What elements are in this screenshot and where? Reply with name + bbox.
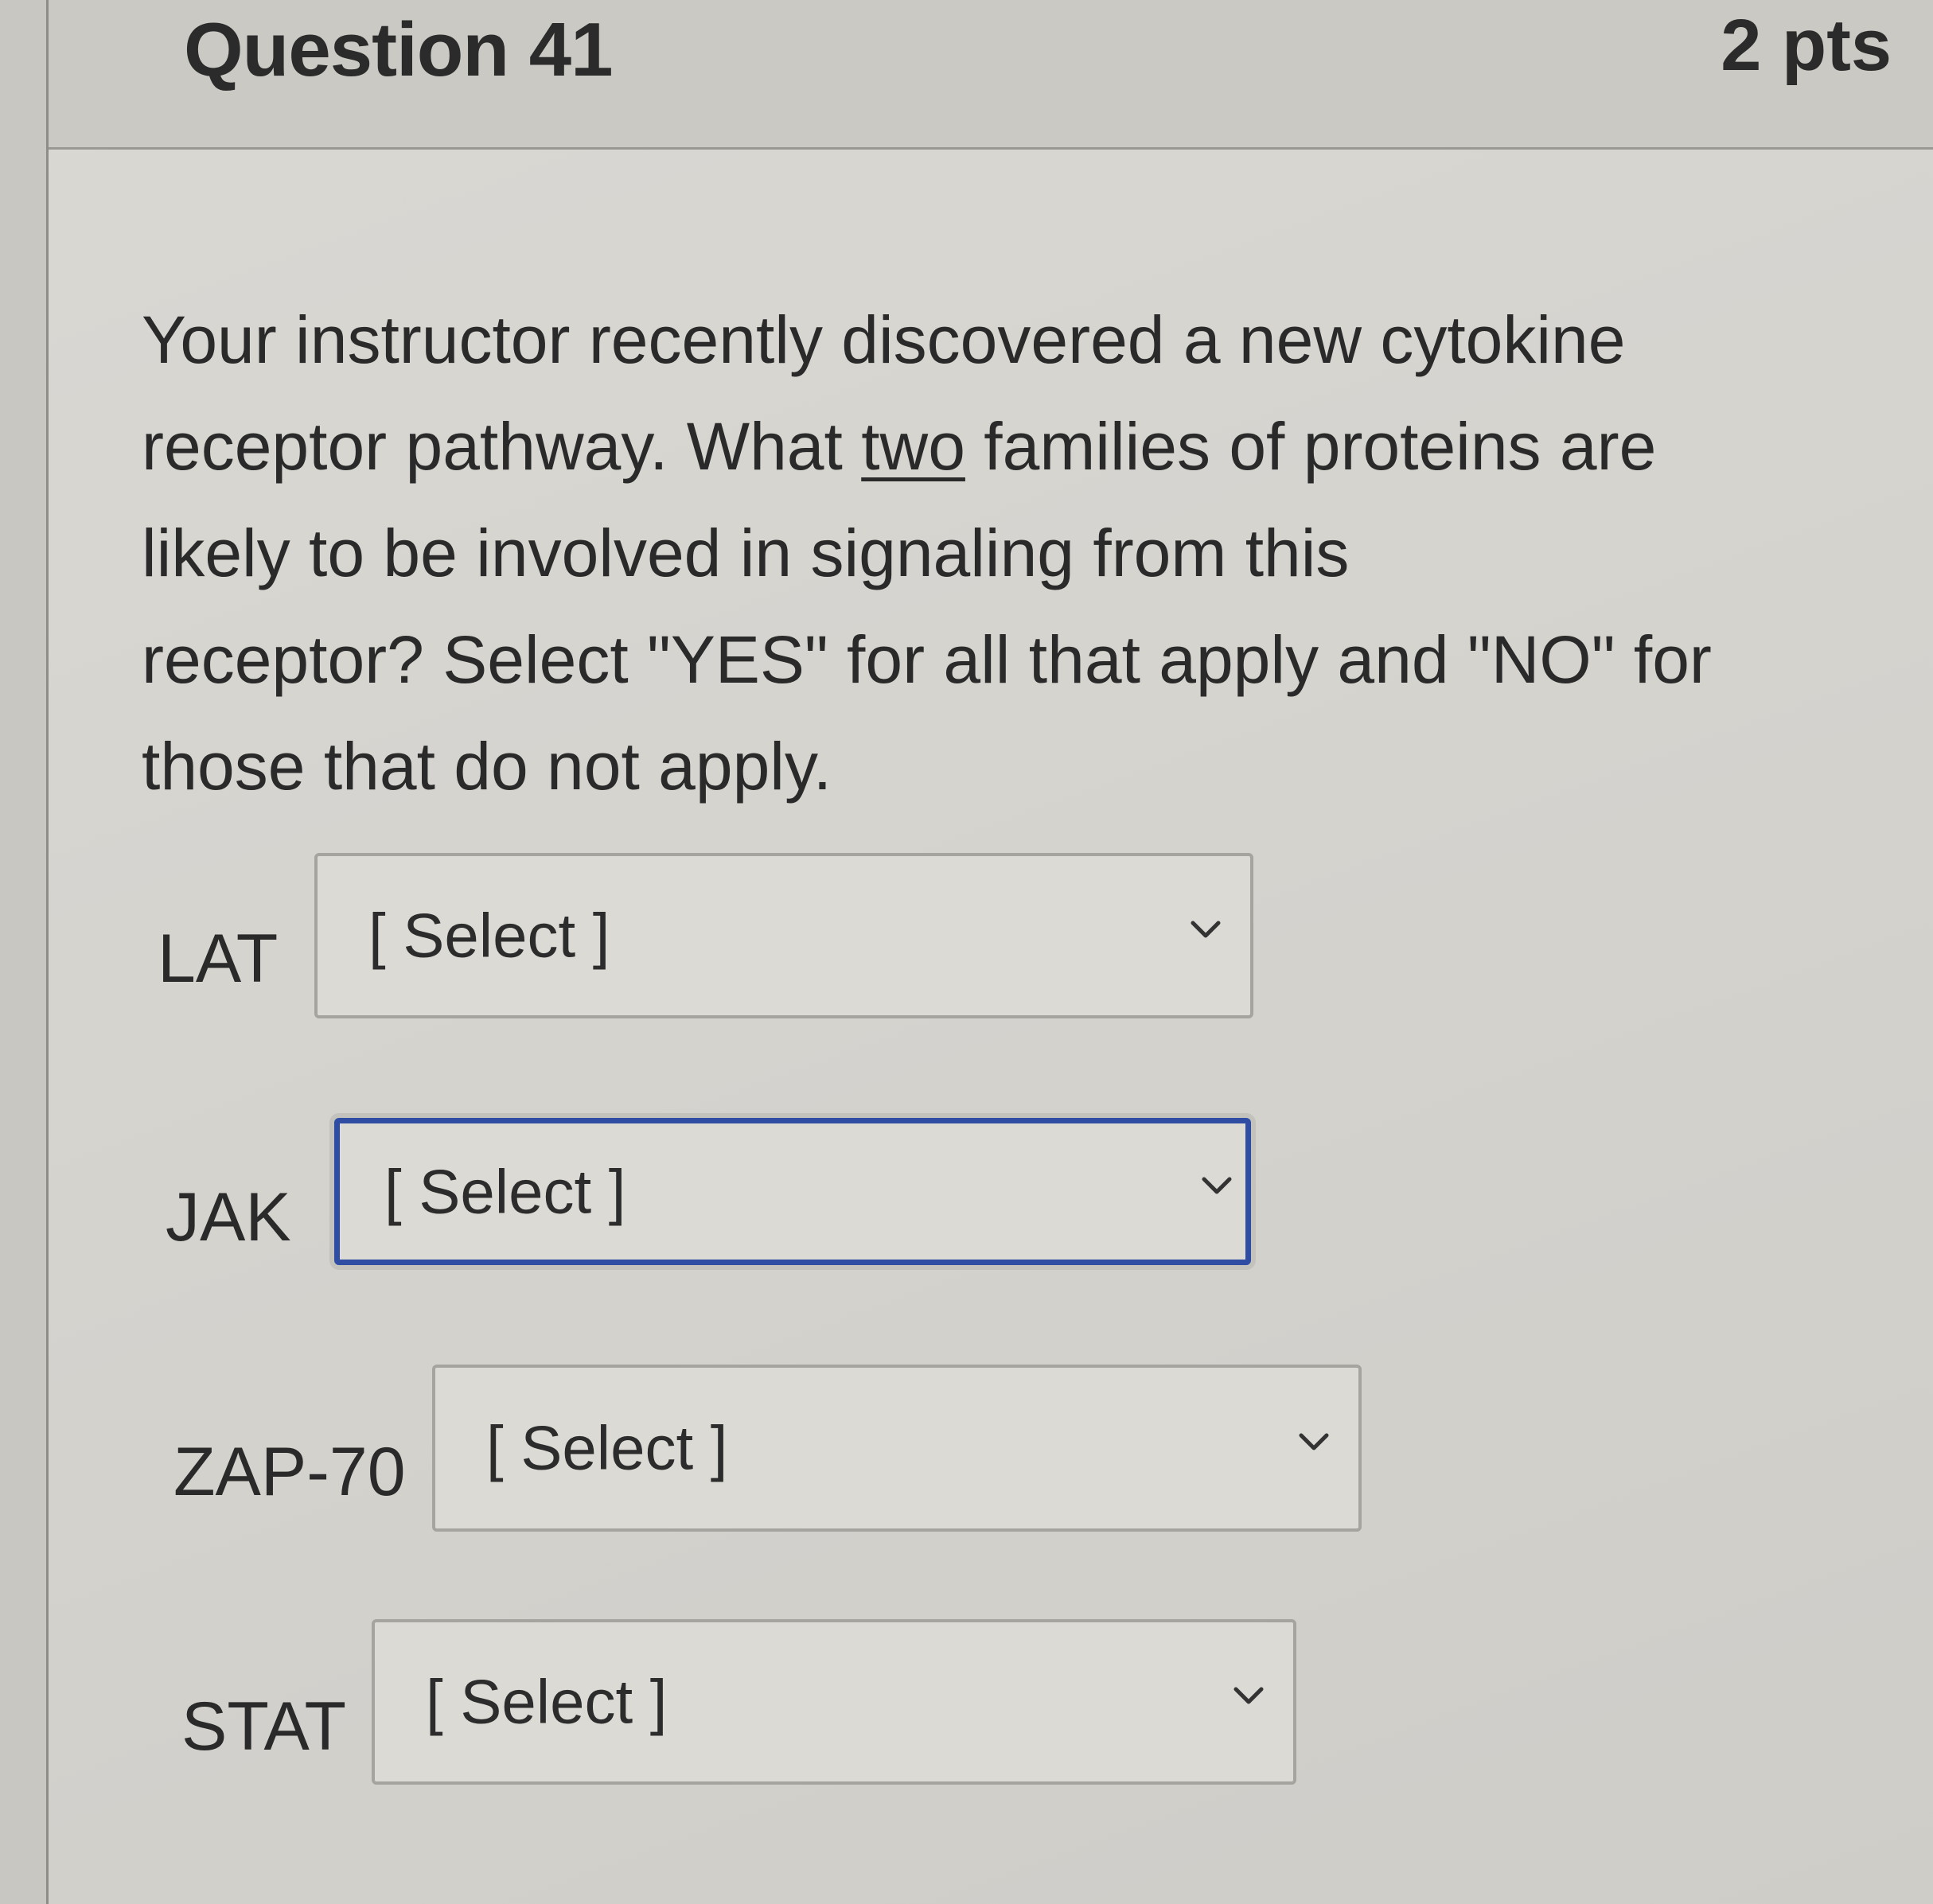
chevron-down-icon bbox=[1233, 1687, 1264, 1704]
select-stat[interactable]: [ Select ] bbox=[372, 1619, 1296, 1785]
prompt-line-1: Your instructor recently discovered a ne… bbox=[142, 302, 1626, 377]
chevron-down-icon bbox=[1299, 1433, 1329, 1450]
select-jak[interactable]: [ Select ] bbox=[334, 1118, 1251, 1265]
chevron-down-icon bbox=[1202, 1177, 1232, 1193]
prompt-line-3: likely to be involved in signaling from … bbox=[142, 516, 1350, 590]
row-label-jak: JAK bbox=[166, 1179, 291, 1256]
left-margin bbox=[0, 0, 46, 1904]
select-zap70[interactable]: [ Select ] bbox=[432, 1365, 1362, 1532]
emphasis-two: two bbox=[861, 409, 965, 484]
row-label-lat: LAT bbox=[158, 921, 279, 997]
chevron-down-icon bbox=[1191, 921, 1221, 938]
left-divider bbox=[46, 0, 49, 1904]
prompt-line-2-end: families of proteins are bbox=[965, 409, 1657, 484]
question-header: Question 41 2 pts bbox=[49, 0, 1933, 150]
prompt-line-2-start: receptor pathway. What bbox=[142, 409, 862, 484]
select-jak-value: [ Select ] bbox=[384, 1156, 626, 1226]
quiz-page: Question 41 2 pts Your instructor recent… bbox=[0, 0, 1933, 1904]
select-lat[interactable]: [ Select ] bbox=[314, 853, 1253, 1018]
question-prompt: Your instructor recently discovered a ne… bbox=[142, 286, 1797, 820]
question-title: Question 41 bbox=[184, 7, 613, 92]
select-zap70-value: [ Select ] bbox=[486, 1412, 728, 1483]
question-points: 2 pts bbox=[1721, 5, 1892, 86]
select-lat-value: [ Select ] bbox=[368, 900, 610, 971]
row-label-zap70: ZAP-70 bbox=[173, 1434, 406, 1510]
prompt-line-5: those that do not apply. bbox=[142, 729, 832, 804]
prompt-line-4: receptor? Select "YES" for all that appl… bbox=[142, 622, 1712, 697]
prompt-line-2: receptor pathway. What two families of p… bbox=[142, 393, 1797, 500]
row-label-stat: STAT bbox=[181, 1688, 347, 1765]
select-stat-value: [ Select ] bbox=[426, 1666, 668, 1737]
